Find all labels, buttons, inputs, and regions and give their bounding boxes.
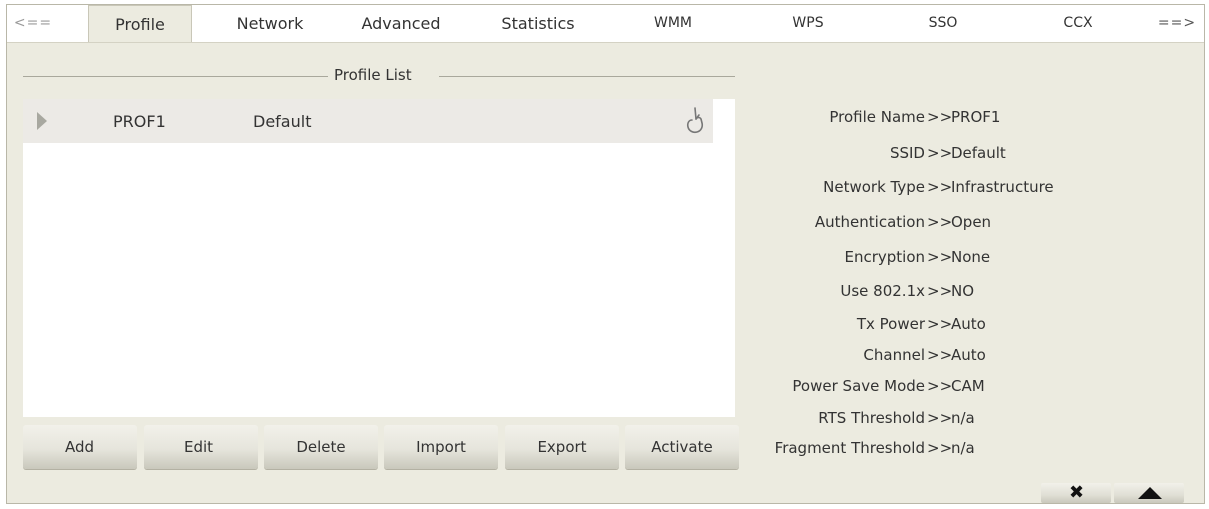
profile-name-cell: PROF1	[113, 112, 166, 131]
edit-button[interactable]: Edit	[144, 425, 258, 469]
detail-label: Network Type	[823, 178, 925, 196]
detail-label: SSID	[889, 144, 925, 162]
detail-power-save-mode: Power Save Mode >> CAM	[647, 377, 1147, 401]
detail-separator: >>	[927, 282, 953, 300]
tab-wps[interactable]: WPS	[792, 5, 823, 42]
detail-separator: >>	[927, 213, 953, 231]
export-button[interactable]: Export	[505, 425, 619, 469]
close-button[interactable]: ✖	[1041, 483, 1111, 503]
detail-encryption: Encryption >> None	[647, 248, 1147, 272]
detail-profile-name: Profile Name >> PROF1	[647, 108, 1147, 132]
tab-statistics[interactable]: Statistics	[501, 5, 574, 42]
detail-separator: >>	[927, 178, 953, 196]
detail-value: Default	[951, 144, 1006, 162]
detail-label: Use 802.1x	[840, 282, 925, 300]
detail-value: Open	[951, 213, 992, 231]
detail-rts-threshold: RTS Threshold >> n/a	[647, 409, 1147, 433]
detail-value: NO	[951, 282, 975, 300]
tab-bar: <== Profile Network Advanced Statistics …	[7, 5, 1204, 43]
tab-advanced[interactable]: Advanced	[361, 5, 440, 42]
tab-ccx[interactable]: CCX	[1063, 5, 1092, 42]
triangle-up-icon	[1138, 487, 1162, 499]
tab-wmm[interactable]: WMM	[654, 5, 692, 42]
detail-authentication: Authentication >> Open	[647, 213, 1147, 237]
detail-label: Power Save Mode	[792, 377, 925, 395]
detail-value: n/a	[951, 409, 975, 427]
detail-value: Infrastructure	[951, 178, 1054, 196]
detail-use-8021x: Use 802.1x >> NO	[647, 282, 1147, 306]
detail-label: Authentication	[814, 213, 925, 231]
detail-separator: >>	[927, 377, 953, 395]
detail-separator: >>	[927, 409, 953, 427]
detail-value: n/a	[951, 439, 975, 457]
detail-channel: Channel >> Auto	[647, 346, 1147, 370]
detail-separator: >>	[927, 346, 953, 364]
detail-separator: >>	[927, 439, 953, 457]
detail-label: Channel	[863, 346, 925, 364]
detail-label: Fragment Threshold	[774, 439, 925, 457]
row-indicator-icon	[37, 112, 47, 130]
detail-ssid: SSID >> Default	[647, 144, 1147, 168]
add-button[interactable]: Add	[23, 425, 137, 469]
detail-label: RTS Threshold	[818, 409, 925, 427]
detail-value: Auto	[951, 346, 986, 364]
import-button[interactable]: Import	[384, 425, 498, 469]
detail-separator: >>	[927, 315, 953, 333]
wireless-utility-window: <== Profile Network Advanced Statistics …	[6, 4, 1205, 504]
collapse-button[interactable]	[1114, 483, 1184, 503]
delete-button[interactable]: Delete	[264, 425, 378, 469]
group-divider-right	[439, 76, 735, 77]
detail-separator: >>	[927, 248, 953, 266]
profile-list[interactable]: PROF1 Default	[23, 99, 735, 417]
profile-ssid-cell: Default	[253, 112, 312, 131]
detail-label: Tx Power	[856, 315, 925, 333]
detail-value: Auto	[951, 315, 986, 333]
tab-sso[interactable]: SSO	[929, 5, 958, 42]
detail-value: CAM	[951, 377, 985, 395]
list-item[interactable]: PROF1 Default	[23, 99, 713, 143]
tab-profile[interactable]: Profile	[88, 5, 192, 42]
detail-label: Encryption	[844, 248, 925, 266]
detail-separator: >>	[927, 108, 953, 126]
detail-fragment-threshold: Fragment Threshold >> n/a	[647, 439, 1147, 463]
group-divider-left	[23, 76, 328, 77]
tab-next-arrow[interactable]: ==>	[1158, 5, 1196, 42]
detail-network-type: Network Type >> Infrastructure	[647, 178, 1147, 202]
close-icon: ✖	[1069, 482, 1085, 503]
detail-value: PROF1	[951, 108, 1001, 126]
detail-value: None	[951, 248, 991, 266]
tab-network[interactable]: Network	[237, 5, 304, 42]
profile-list-title: Profile List	[334, 66, 412, 84]
detail-separator: >>	[927, 144, 953, 162]
detail-label: Profile Name	[829, 108, 925, 126]
detail-tx-power: Tx Power >> Auto	[647, 315, 1147, 339]
tab-prev-arrow[interactable]: <==	[14, 5, 52, 42]
